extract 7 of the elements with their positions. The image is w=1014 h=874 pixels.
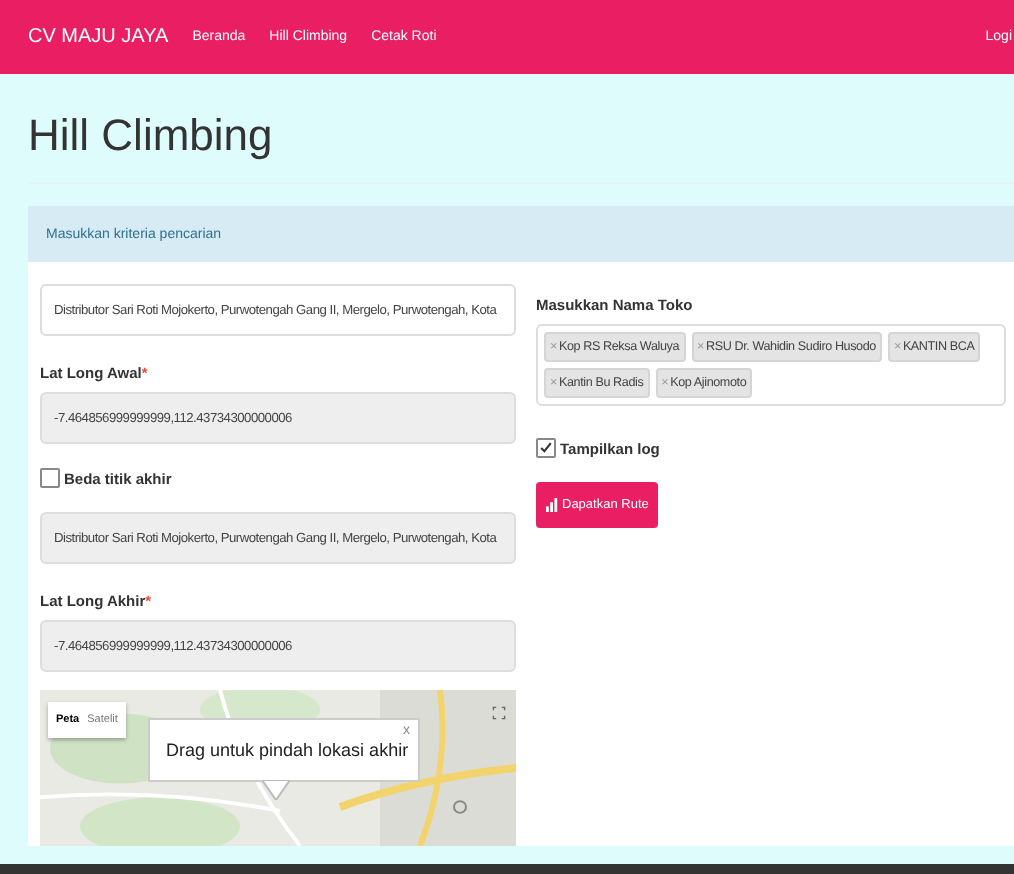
brand-link[interactable]: CV MAJU JAYA xyxy=(28,26,169,48)
fullscreen-icon[interactable] xyxy=(492,706,506,720)
page-title: Hill Climbing xyxy=(28,74,1014,184)
bar-chart-icon xyxy=(546,498,560,512)
checkbox[interactable] xyxy=(536,438,556,458)
checkbox[interactable] xyxy=(40,468,60,488)
info-text: Drag untuk pindah lokasi akhir xyxy=(166,740,409,760)
